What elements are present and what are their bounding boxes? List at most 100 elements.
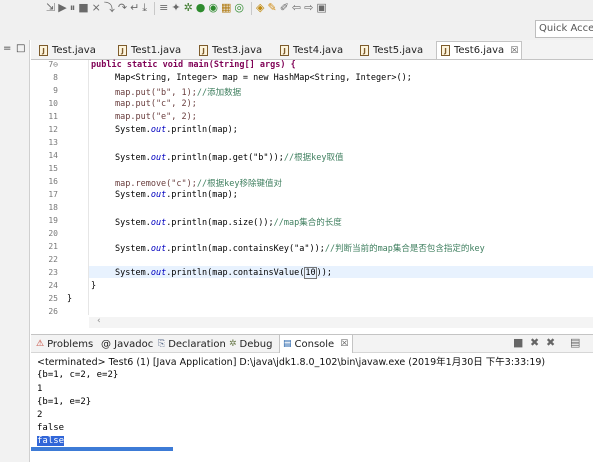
search-icon[interactable]: ✎ bbox=[267, 1, 276, 15]
code-argument: 10 bbox=[304, 267, 317, 279]
close-tab-icon[interactable]: ☒ bbox=[340, 339, 348, 349]
console-terminated-label: <terminated> Test6 (1) [Java Application… bbox=[37, 357, 546, 368]
line-number: 13 bbox=[48, 138, 58, 147]
tab-label: Test1.java bbox=[131, 44, 182, 56]
left-minimized-strip bbox=[0, 40, 30, 462]
code-line-19: System.out.println(map.size());//map集合的长… bbox=[115, 216, 342, 228]
code-line-14: System.out.println(map.get("b"));//根据key… bbox=[115, 151, 343, 163]
tab-test4-java[interactable]: J Test4.java bbox=[276, 41, 343, 59]
tab-label: Test6.java bbox=[454, 45, 505, 56]
new-interface-icon[interactable]: ◎ bbox=[234, 1, 244, 15]
remove-all-launches-icon[interactable]: ✖ bbox=[546, 336, 555, 349]
tab-test5-java[interactable]: J Test5.java bbox=[356, 41, 423, 59]
tab-console[interactable]: ▤ Console ☒ bbox=[279, 335, 354, 353]
close-tab-icon[interactable]: ☒ bbox=[510, 46, 518, 56]
line-number: 20 bbox=[48, 229, 58, 238]
code-line-10: map.put("c", 2); bbox=[115, 99, 197, 109]
tab-javadoc[interactable]: @ Javadoc bbox=[101, 335, 153, 353]
tab-label: Test3.java bbox=[212, 44, 263, 56]
code-line-21: System.out.println(map.containsKey("a"))… bbox=[115, 242, 485, 254]
step-into-icon[interactable]: ⤵ bbox=[104, 1, 115, 15]
toolbar-separator bbox=[154, 1, 156, 15]
new-java-class-icon[interactable]: ✦ bbox=[171, 1, 180, 15]
line-number: 25 bbox=[48, 294, 58, 303]
tab-label: @ Javadoc bbox=[101, 338, 154, 350]
code-text: .println(map.size()); bbox=[166, 218, 274, 228]
code-text: .println(map.containsKey("a")); bbox=[166, 244, 325, 254]
code-line-23: System.out.println(map.containsValue(10)… bbox=[115, 267, 332, 279]
code-text: .println(map.get("b")); bbox=[166, 153, 284, 163]
new-package-icon[interactable]: ▦ bbox=[221, 1, 231, 15]
forward-icon[interactable]: ⇨ bbox=[304, 1, 313, 15]
console-output-line: {b=1, e=2} bbox=[37, 397, 92, 407]
editor-tab-bar: J Test.java J Test1.java J Test3.java J … bbox=[31, 40, 593, 60]
progress-bar bbox=[31, 447, 173, 451]
line-number: 19 bbox=[48, 216, 58, 225]
tab-test3-java[interactable]: J Test3.java bbox=[195, 41, 262, 59]
maximize-icon[interactable]: □ bbox=[16, 43, 25, 54]
tab-label: Test5.java bbox=[373, 44, 424, 56]
open-type-icon[interactable]: ◈ bbox=[256, 1, 264, 15]
tab-label: Test.java bbox=[52, 44, 96, 56]
tab-label: Problems bbox=[47, 338, 94, 350]
java-file-icon: J bbox=[280, 44, 289, 56]
code-comment: //根据key取值 bbox=[283, 153, 344, 163]
main-toolbar: ⇲ ▶ ⏸ ■ ⨯ ⤵ ↷ ↵ ⤓ ≡ ✦ ✲ ● ◉ ▦ ◎ ◈ ✎ ✐ ⇦ … bbox=[0, 0, 593, 40]
terminate-console-icon[interactable]: ■ bbox=[513, 336, 523, 349]
use-step-filters-icon[interactable]: ≡ bbox=[159, 1, 168, 15]
tab-label: Debug bbox=[239, 338, 273, 350]
code-text: System. bbox=[115, 190, 151, 200]
disconnect-icon[interactable]: ⨯ bbox=[92, 1, 101, 15]
drop-frame-icon[interactable]: ⤓ bbox=[142, 1, 147, 15]
console-output-line: {b=1, c=2, e=2} bbox=[37, 370, 119, 380]
selected-output-text: false bbox=[37, 436, 65, 446]
toolbar-separator bbox=[251, 1, 253, 15]
clear-console-icon[interactable]: ▤ bbox=[570, 336, 580, 349]
code-line-8: Map<String, Integer> map = new HashMap<S… bbox=[115, 73, 412, 83]
code-line-7: public static void main(String[] args) { bbox=[91, 60, 296, 70]
line-number: 16 bbox=[48, 177, 58, 186]
toolbar-icons: ⇲ ▶ ⏸ ■ ⨯ ⤵ ↷ ↵ ⤓ ≡ ✦ ✲ ● ◉ ▦ ◎ ◈ ✎ ✐ ⇦ … bbox=[46, 0, 330, 16]
code-editor[interactable]: 7⊖ 8 9 10 11 12 13 14 15 16 17 18 19 20 … bbox=[31, 60, 593, 328]
tab-debug[interactable]: ✲ Debug bbox=[226, 335, 272, 353]
horizontal-scrollbar[interactable]: ‹ bbox=[89, 316, 593, 328]
line-number: 18 bbox=[48, 203, 58, 212]
perspective-icon[interactable]: ▣ bbox=[316, 1, 326, 15]
tab-problems[interactable]: ⚠ Problems bbox=[33, 335, 93, 353]
gutter-divider bbox=[88, 60, 89, 315]
step-over-icon[interactable]: ↷ bbox=[118, 1, 127, 15]
java-file-icon: J bbox=[199, 44, 208, 56]
code-text: )); bbox=[316, 268, 332, 278]
line-number: 23 bbox=[48, 268, 58, 277]
resume-icon[interactable]: ▶ bbox=[58, 1, 66, 15]
problems-icon: ⚠ bbox=[36, 339, 45, 349]
pin-icon[interactable]: ✐ bbox=[280, 1, 289, 15]
quick-access-input[interactable]: Quick Access bbox=[535, 20, 593, 38]
terminate-icon[interactable]: ■ bbox=[78, 1, 88, 15]
line-number: 10 bbox=[48, 99, 58, 108]
minimize-icon[interactable]: = bbox=[3, 43, 11, 54]
line-number: 15 bbox=[48, 164, 58, 173]
debug-run-icon[interactable]: ✲ bbox=[184, 1, 193, 15]
code-line-17: System.out.println(map); bbox=[115, 190, 238, 200]
coverage-icon[interactable]: ◉ bbox=[208, 1, 218, 15]
run-icon[interactable]: ● bbox=[196, 1, 206, 15]
scroll-left-icon[interactable]: ‹ bbox=[97, 316, 101, 326]
debug-step-icon[interactable]: ⇲ bbox=[46, 1, 55, 15]
suspend-icon[interactable]: ⏸ bbox=[70, 1, 76, 15]
code-text: System. bbox=[115, 268, 151, 278]
console-output-line: 2 bbox=[37, 410, 43, 420]
back-icon[interactable]: ⇦ bbox=[292, 1, 301, 15]
tab-test-java[interactable]: J Test.java bbox=[35, 41, 96, 59]
line-number: 8 bbox=[53, 73, 58, 82]
code-field: out bbox=[150, 268, 167, 278]
remove-launch-icon[interactable]: ✖ bbox=[530, 336, 539, 349]
code-text: System. bbox=[115, 244, 151, 254]
tab-declaration[interactable]: ⎘ Declaration bbox=[155, 335, 226, 353]
tab-test6-java[interactable]: J Test6.java ☒ bbox=[436, 41, 523, 59]
tab-test1-java[interactable]: J Test1.java bbox=[114, 41, 181, 59]
line-number: 17 bbox=[48, 190, 58, 199]
line-number: 7⊖ bbox=[48, 60, 58, 69]
code-line-9: map.put("b", 1);//添加数据 bbox=[115, 86, 241, 98]
step-return-icon[interactable]: ↵ bbox=[130, 1, 139, 15]
